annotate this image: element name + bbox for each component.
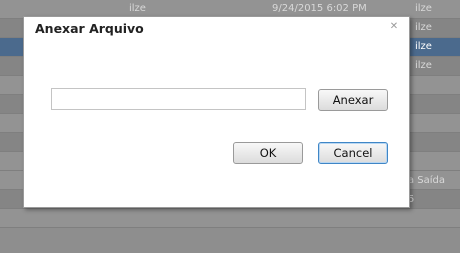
table-cell-right: a Saída: [408, 175, 446, 186]
dialog-title: Anexar Arquivo: [35, 21, 144, 36]
table-cell-date: 9/24/2015 6:02 PM: [272, 3, 367, 14]
cancel-button[interactable]: Cancel: [318, 142, 388, 164]
file-path-input[interactable]: [51, 88, 306, 110]
table-cell-right: ilze: [415, 3, 432, 14]
close-icon[interactable]: ✕: [389, 22, 399, 32]
attach-file-dialog: Anexar Arquivo ✕ Anexar OK Cancel: [23, 16, 410, 208]
table-cell-user: ilze: [129, 3, 146, 14]
attach-button[interactable]: Anexar: [318, 89, 388, 111]
table-row: [0, 209, 460, 228]
table-cell-right: ilze: [415, 60, 432, 71]
table-cell-right: ilze: [415, 41, 432, 52]
ok-button[interactable]: OK: [233, 142, 303, 164]
table-cell-right: ilze: [415, 22, 432, 33]
